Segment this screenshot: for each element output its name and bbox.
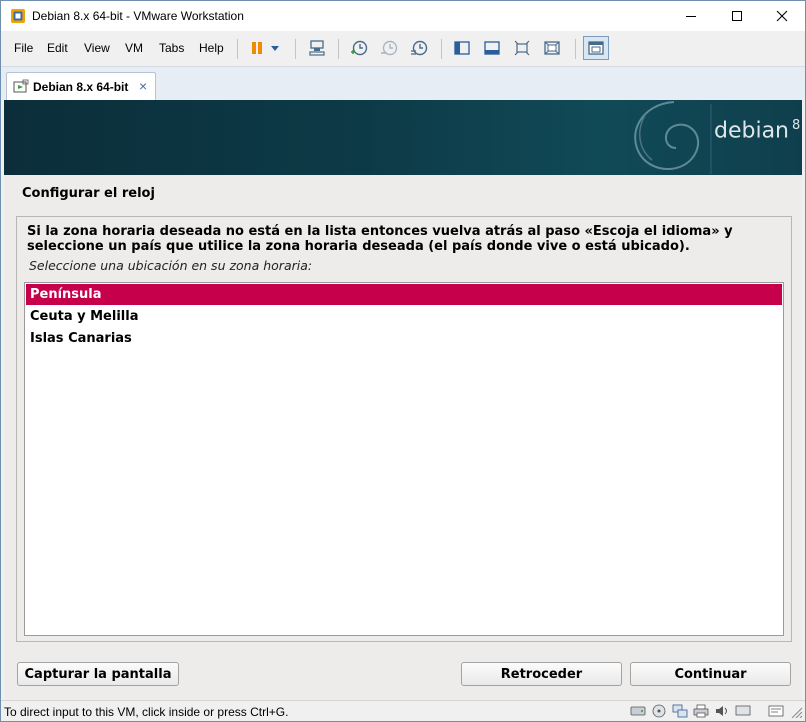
debian-version: 8	[792, 118, 801, 133]
menu-tabs[interactable]: Tabs	[159, 41, 184, 55]
menu-help[interactable]: Help	[199, 41, 224, 55]
full-screen-icon	[514, 40, 530, 56]
send-ctrl-alt-del-button[interactable]	[304, 36, 330, 60]
network-adapter-icon[interactable]	[672, 704, 688, 718]
debian-logo-text: debian 8	[714, 118, 800, 143]
unity-button[interactable]	[539, 36, 565, 60]
menu-vm[interactable]: VM	[125, 41, 143, 55]
debian-swirl-logo	[634, 101, 712, 174]
vmware-window: Debian 8.x 64-bit - VMware Workstation F…	[0, 0, 806, 722]
cd-dvd-icon[interactable]	[651, 704, 667, 718]
dropdown-arrow-icon	[271, 46, 279, 51]
toolbar-separator	[338, 39, 339, 59]
status-bar: To direct input to this VM, click inside…	[1, 700, 805, 721]
close-icon	[776, 10, 787, 22]
continue-button[interactable]: Continuar	[630, 662, 791, 686]
list-item-ceuta-melilla[interactable]: Ceuta y Melilla	[26, 306, 782, 327]
menu-toolbar-bar: File Edit View VM Tabs Help	[1, 31, 805, 67]
list-item-islas-canarias[interactable]: Islas Canarias	[26, 328, 782, 349]
screenshot-button[interactable]: Capturar la pantalla	[17, 662, 179, 686]
power-dropdown-button[interactable]	[267, 36, 283, 60]
show-library-button[interactable]	[449, 36, 475, 60]
debian-banner: debian 8	[4, 100, 802, 175]
toolbar-separator	[441, 39, 442, 59]
list-item-peninsula[interactable]: Península	[26, 284, 782, 305]
hard-disk-icon[interactable]	[630, 704, 646, 718]
step-title: Configurar el reloj	[22, 186, 155, 201]
send-ctrl-alt-del-icon	[309, 40, 325, 56]
take-snapshot-icon	[351, 40, 368, 56]
menu-edit[interactable]: Edit	[47, 41, 68, 55]
toolbar-separator	[295, 39, 296, 59]
display-icon[interactable]	[735, 704, 751, 718]
pause-icon	[252, 42, 262, 54]
revert-snapshot-icon	[381, 40, 398, 56]
revert-snapshot-button[interactable]	[376, 36, 402, 60]
snapshot-manager-button[interactable]	[406, 36, 432, 60]
message-log-icon[interactable]	[768, 704, 784, 718]
help-text: Si la zona horaria deseada no está en la…	[27, 224, 733, 254]
resize-grip-icon[interactable]	[788, 704, 804, 718]
console-view-button[interactable]	[583, 36, 609, 60]
tab-debian-vm[interactable]: Debian 8.x 64-bit ×	[6, 72, 156, 101]
back-button[interactable]: Retroceder	[461, 662, 622, 686]
minimize-icon	[685, 16, 696, 17]
maximize-button[interactable]	[714, 1, 759, 31]
take-snapshot-button[interactable]	[346, 36, 372, 60]
maximize-icon	[731, 11, 742, 21]
debian-wordmark: debian	[714, 118, 790, 144]
vm-tab-strip: Debian 8.x 64-bit ×	[1, 67, 805, 101]
menu-view[interactable]: View	[84, 41, 110, 55]
tab-label: Debian 8.x 64-bit	[33, 80, 129, 94]
snapshot-manager-icon	[411, 40, 428, 56]
toolbar-separator	[237, 39, 238, 59]
unity-icon	[544, 41, 560, 55]
window-title: Debian 8.x 64-bit - VMware Workstation	[32, 9, 244, 23]
menu-file[interactable]: File	[14, 41, 33, 55]
thumbnail-bar-button[interactable]	[479, 36, 505, 60]
close-window-button[interactable]	[759, 1, 804, 31]
sound-card-icon[interactable]	[714, 704, 730, 718]
thumbnail-bar-icon	[484, 41, 500, 55]
vmware-app-icon	[11, 9, 25, 23]
console-view-icon	[588, 41, 604, 55]
printer-icon[interactable]	[693, 704, 709, 718]
title-bar[interactable]: Debian 8.x 64-bit - VMware Workstation	[1, 1, 805, 31]
vm-console[interactable]: debian 8 Configurar el reloj Si la zona h…	[4, 100, 802, 700]
minimize-button[interactable]	[668, 1, 713, 31]
vm-tab-icon	[13, 79, 29, 93]
full-screen-button[interactable]	[509, 36, 535, 60]
show-library-icon	[454, 41, 470, 55]
timezone-prompt: Seleccione una ubicación en su zona hora…	[29, 258, 313, 273]
toolbar-separator	[575, 39, 576, 59]
timezone-listbox[interactable]: Península Ceuta y Melilla Islas Canarias	[24, 282, 784, 636]
status-text: To direct input to this VM, click inside…	[4, 705, 289, 719]
timezone-panel: Si la zona horaria deseada no está en la…	[16, 216, 792, 642]
tab-close-icon[interactable]: ×	[139, 78, 147, 94]
